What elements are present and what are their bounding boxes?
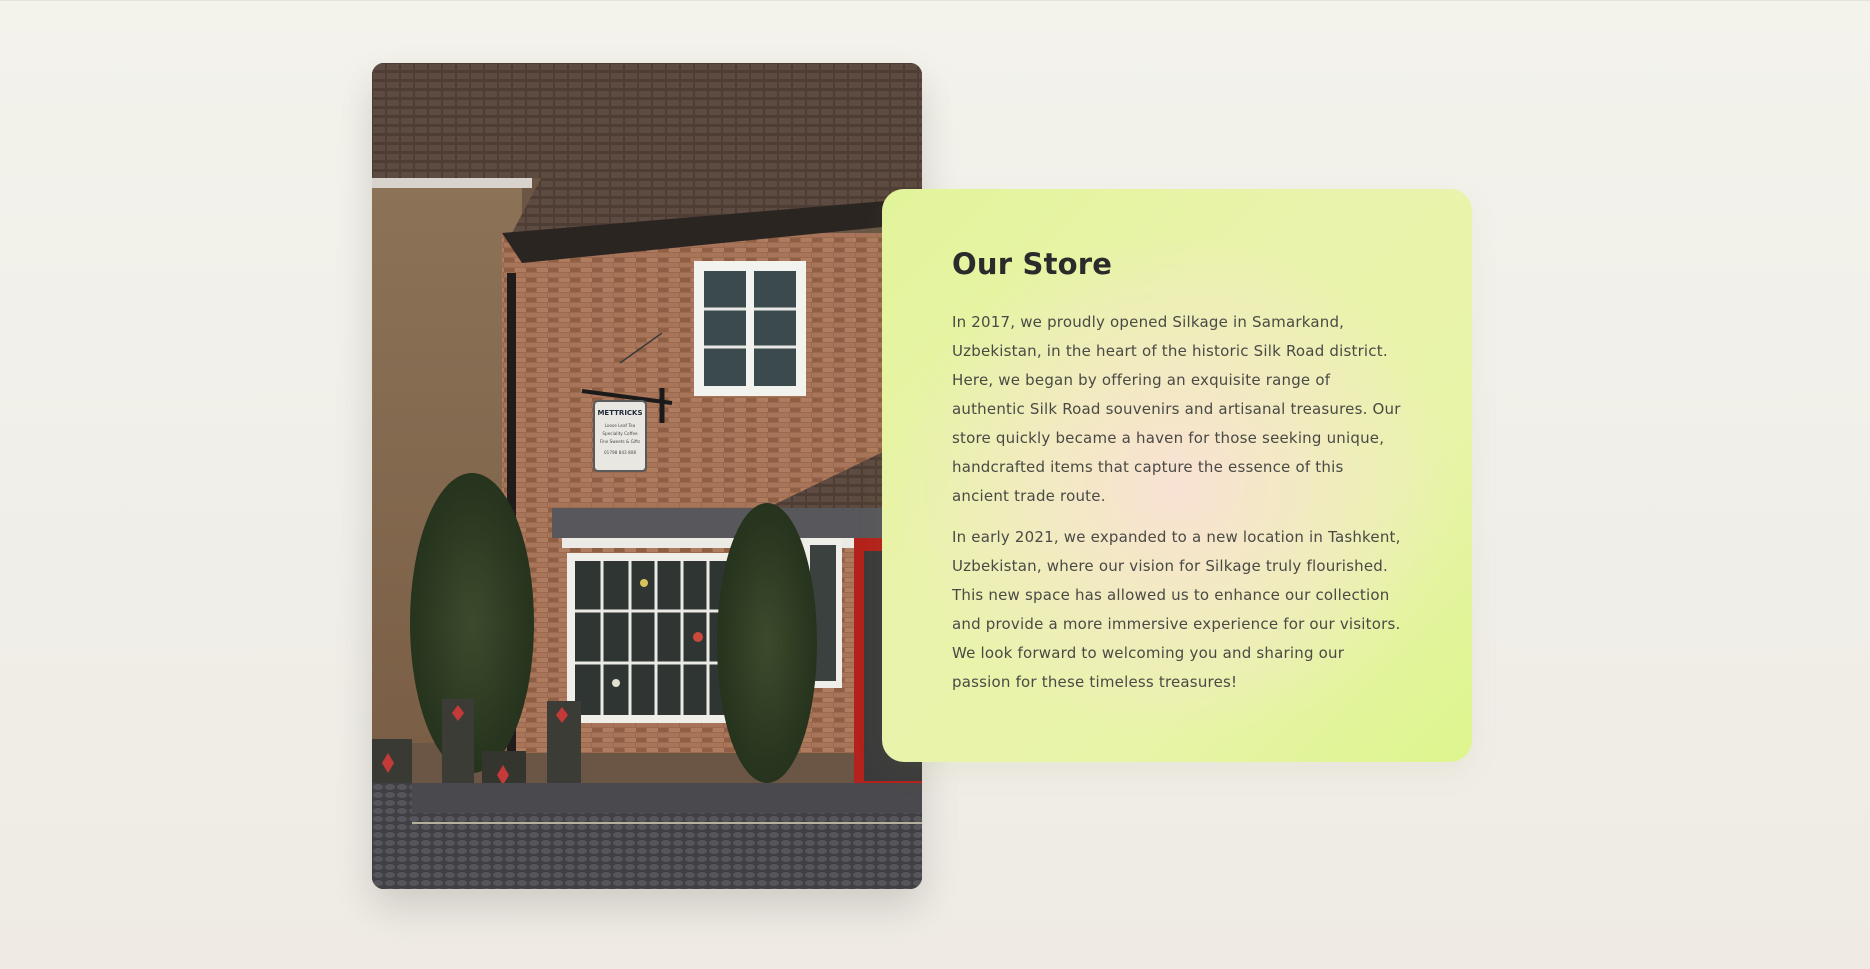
shop-sign: METTRICKS Loose Leaf Tea Speciality Coff… (593, 400, 647, 472)
svg-text:Fine Sweets & Gifts: Fine Sweets & Gifts (600, 439, 640, 444)
our-store-card: Our Store In 2017, we proudly opened Sil… (882, 189, 1472, 762)
our-store-section: METTRICKS Loose Leaf Tea Speciality Coff… (0, 0, 1870, 969)
svg-text:METTRICKS: METTRICKS (597, 409, 642, 417)
card-title: Our Store (952, 247, 1113, 281)
card-paragraph-history: In 2017, we proudly opened Silkage in Sa… (952, 312, 1401, 505)
svg-text:Speciality Coffee: Speciality Coffee (602, 431, 638, 436)
svg-text:Loose Leaf Tea: Loose Leaf Tea (605, 423, 636, 428)
svg-text:01798 843 808: 01798 843 808 (604, 450, 636, 455)
store-photo: METTRICKS Loose Leaf Tea Speciality Coff… (372, 63, 922, 889)
card-paragraph-expansion: In early 2021, we expanded to a new loca… (952, 527, 1401, 691)
